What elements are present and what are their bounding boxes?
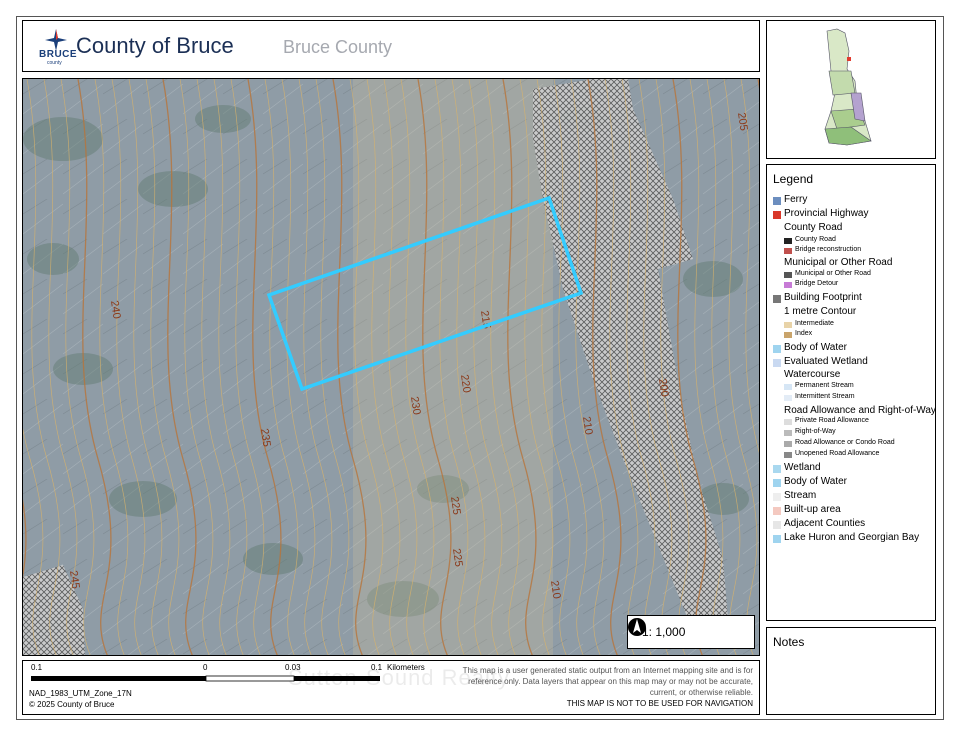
contour-label: 220	[458, 374, 472, 394]
scale-bar-unit: Kilometers	[387, 663, 425, 672]
legend-label: Road Allowance or Condo Road	[795, 439, 895, 446]
logo-sub: county	[47, 60, 62, 66]
scale-bar	[31, 675, 380, 682]
legend-title: Legend	[773, 172, 814, 186]
legend-swatch	[784, 441, 792, 447]
legend-label: Index	[795, 330, 813, 337]
vegetation-patch	[243, 543, 303, 575]
legend-label: Stream	[784, 490, 817, 501]
legend-label: Bridge Detour	[795, 280, 839, 287]
contour-label: 230	[408, 396, 422, 416]
legend-swatch	[773, 535, 781, 543]
legend-label: Built-up area	[784, 504, 841, 515]
legend-swatch	[773, 345, 781, 353]
bruce-county-logo: BRUCE county	[39, 27, 77, 67]
legend-label: Private Road Allowance	[795, 417, 869, 424]
aerial-map-canvas[interactable]: 240235230225220215210205200245210225	[23, 79, 760, 656]
contour-label: 200	[656, 378, 670, 398]
legend-swatch	[784, 272, 792, 278]
contour-label: 205	[735, 112, 749, 132]
county-overview-inset	[824, 28, 872, 146]
legend-swatch	[773, 197, 781, 205]
contour-label: 225	[450, 548, 464, 568]
legend-label: Permanent Stream	[795, 382, 854, 389]
navigation-warning: THIS MAP IS NOT TO BE USED FOR NAVIGATIO…	[566, 699, 753, 708]
legend-label: Right-of-Way	[795, 428, 836, 435]
legend-swatch	[784, 384, 792, 390]
legend-label: Provincial Highway	[784, 208, 869, 219]
legend-label: Lake Huron and Georgian Bay	[784, 532, 920, 543]
projection-label: NAD_1983_UTM_Zone_17N	[29, 689, 132, 698]
legend-swatch	[784, 282, 792, 288]
legend-label: County Road	[795, 236, 836, 243]
compass-star-icon	[45, 29, 67, 51]
disclaimer: This map is a user generated static outp…	[462, 666, 753, 697]
scale-bar-right-label: 0.1	[371, 663, 383, 672]
scale-ratio: 1: 1,000	[642, 625, 686, 639]
legend-swatch	[773, 507, 781, 515]
legend-swatch	[784, 238, 792, 244]
legend-label: Adjacent Counties	[784, 518, 866, 529]
map-header: BRUCE county County of Bruce Bruce Count…	[22, 20, 760, 72]
legend-label: Municipal or Other Road	[784, 257, 893, 268]
copyright: © 2025 County of Bruce	[29, 700, 115, 709]
legend-swatch	[773, 295, 781, 303]
legend-label: Intermediate	[795, 320, 834, 327]
vegetation-patch	[27, 243, 79, 275]
scale-bar-left-label: 0.1	[31, 663, 43, 672]
legend-swatch	[784, 248, 792, 254]
legend-label: Intermittent Stream	[795, 393, 855, 400]
legend-label: Unopened Road Allowance	[795, 450, 880, 457]
contour-label: 225	[448, 496, 462, 516]
legend-label: Bridge reconstruction	[795, 246, 862, 253]
vegetation-patch	[138, 171, 208, 207]
legend-swatch	[773, 493, 781, 501]
legend-swatch	[784, 419, 792, 425]
legend-label: Wetland	[784, 462, 821, 473]
scale-bar-zero-label: 0	[203, 663, 208, 672]
legend-panel: Legend Ferry Provincial Highway County Roa…	[766, 164, 936, 621]
logo-word: BRUCE	[39, 49, 78, 60]
legend-swatch	[773, 479, 781, 487]
legend-swatch	[773, 465, 781, 473]
legend-swatch	[784, 452, 792, 458]
scale-bar-mid-label: 0.03	[285, 663, 301, 672]
legend-label: Watercourse	[784, 369, 841, 380]
legend-label: Evaluated Wetland	[784, 356, 868, 367]
contour-label: 210	[580, 416, 594, 436]
legend-swatch	[784, 395, 792, 401]
notes-title: Notes	[773, 635, 805, 649]
contour-label: 240	[108, 300, 122, 320]
legend-swatch	[784, 332, 792, 338]
legend-swatch	[773, 521, 781, 529]
map-title: County of Bruce	[76, 33, 234, 58]
legend-label: 1 metre Contour	[784, 306, 857, 317]
map-footer: Sutton-Sound Realty 0.1 0 0.03 0.1 Kilom…	[22, 660, 760, 715]
legend-label: Body of Water	[784, 476, 847, 487]
legend-swatch	[773, 211, 781, 219]
legend-swatch	[784, 430, 792, 436]
legend-label: County Road	[784, 222, 843, 233]
map-view[interactable]: 240 235 230 225 220 215 210 205 200 245 210 225 1: …	[22, 78, 760, 656]
notes-panel: Notes	[766, 627, 936, 715]
legend-label: Road Allowance and Right-of-Way	[784, 405, 936, 416]
legend-label: Municipal or Other Road	[795, 270, 871, 277]
legend-label: Building Footprint	[784, 292, 862, 303]
contour-label: 235	[258, 428, 272, 448]
scale-ratio-box: 1: 1,000	[627, 615, 755, 649]
map-subtitle: Bruce County	[283, 37, 393, 57]
legend-label: Ferry	[784, 194, 808, 205]
contour-label: 210	[548, 580, 562, 600]
legend-swatch	[784, 322, 792, 328]
north-arrow-icon	[628, 618, 646, 636]
legend-swatch	[773, 359, 781, 367]
legend-label: Body of Water	[784, 342, 847, 353]
contour-label: 245	[67, 570, 81, 590]
overview-map[interactable]	[766, 20, 936, 159]
